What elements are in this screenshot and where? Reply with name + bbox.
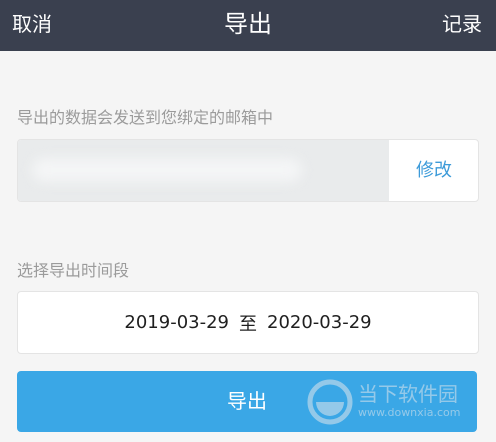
date-range-selector: 2019-03-29 至 2020-03-29: [17, 291, 479, 354]
email-field: [18, 140, 389, 201]
top-bar: 取消 导出 记录: [0, 0, 496, 51]
start-date[interactable]: 2019-03-29: [124, 312, 229, 333]
email-row: 修改: [17, 139, 479, 202]
email-value-redacted: [32, 158, 302, 182]
page-title: 导出: [224, 10, 272, 38]
export-button[interactable]: 导出: [17, 371, 477, 432]
email-section-label: 导出的数据会发送到您绑定的邮箱中: [17, 108, 274, 127]
period-section-label: 选择导出时间段: [17, 261, 130, 280]
modify-email-button[interactable]: 修改: [390, 140, 478, 201]
records-button[interactable]: 记录: [442, 0, 482, 51]
end-date[interactable]: 2020-03-29: [267, 312, 372, 333]
date-separator: 至: [239, 313, 257, 335]
